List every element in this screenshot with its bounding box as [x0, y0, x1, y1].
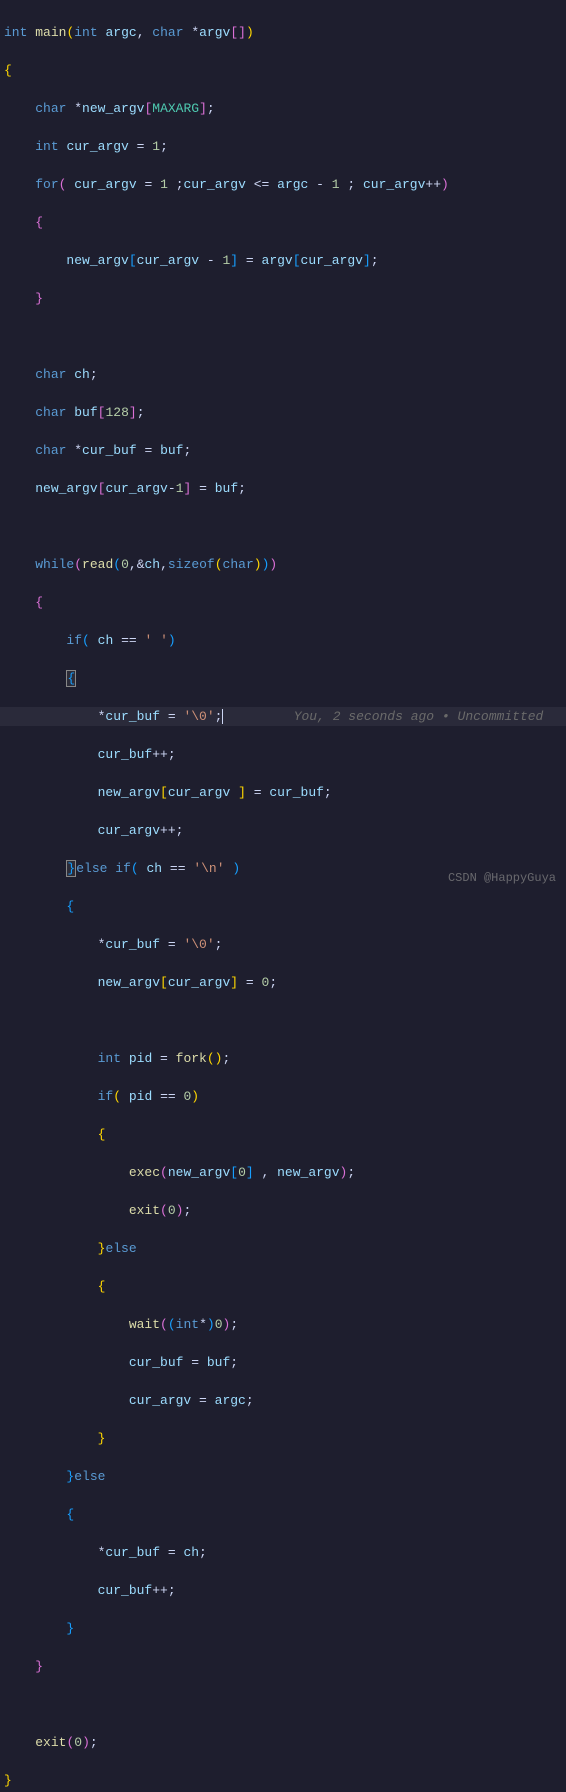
code-line: char *new_argv[MAXARG]; [0, 99, 566, 118]
code-line: for( cur_argv = 1 ;cur_argv <= argc - 1 … [0, 175, 566, 194]
code-line [0, 327, 566, 346]
code-line: exit(0); [0, 1733, 566, 1752]
code-line [0, 1011, 566, 1030]
code-line: wait((int*)0); [0, 1315, 566, 1334]
code-line: { [0, 897, 566, 916]
code-line: { [0, 213, 566, 232]
code-line: { [0, 1125, 566, 1144]
code-line: { [0, 61, 566, 80]
code-line: { [0, 1505, 566, 1524]
code-line: cur_buf = buf; [0, 1353, 566, 1372]
code-line: new_argv[cur_argv] = 0; [0, 973, 566, 992]
code-line: new_argv[cur_argv - 1] = argv[cur_argv]; [0, 251, 566, 270]
bracket-match-close: } [66, 860, 76, 877]
code-line: char *cur_buf = buf; [0, 441, 566, 460]
code-line: cur_buf++; [0, 1581, 566, 1600]
code-line: new_argv[cur_argv ] = cur_buf; [0, 783, 566, 802]
code-line: int pid = fork(); [0, 1049, 566, 1068]
code-line: } [0, 1429, 566, 1448]
code-line: *cur_buf = '\0'; [0, 935, 566, 954]
code-line: }else [0, 1467, 566, 1486]
code-line-active: *cur_buf = '\0'; You, 2 seconds ago • Un… [0, 707, 566, 726]
code-line [0, 1695, 566, 1714]
git-blame-annotation: You, 2 seconds ago • Uncommitted [294, 709, 544, 724]
code-line: exec(new_argv[0] , new_argv); [0, 1163, 566, 1182]
code-line: int cur_argv = 1; [0, 137, 566, 156]
code-line: cur_buf++; [0, 745, 566, 764]
code-line: } [0, 1619, 566, 1638]
code-line: { [0, 669, 566, 688]
code-line: } [0, 1657, 566, 1676]
code-line: new_argv[cur_argv-1] = buf; [0, 479, 566, 498]
code-editor[interactable]: int main(int argc, char *argv[]) { char … [0, 0, 566, 1792]
text-cursor [222, 709, 223, 724]
code-line [0, 517, 566, 536]
code-line: }else [0, 1239, 566, 1258]
watermark: CSDN @HappyGuya [448, 869, 556, 888]
code-line: cur_argv = argc; [0, 1391, 566, 1410]
code-line: if( ch == ' ') [0, 631, 566, 650]
code-line: } [0, 289, 566, 308]
code-line: while(read(0,&ch,sizeof(char))) [0, 555, 566, 574]
code-line: { [0, 593, 566, 612]
code-line: if( pid == 0) [0, 1087, 566, 1106]
code-line: } [0, 1771, 566, 1790]
code-line: exit(0); [0, 1201, 566, 1220]
code-line: char buf[128]; [0, 403, 566, 422]
code-line: char ch; [0, 365, 566, 384]
code-line: { [0, 1277, 566, 1296]
bracket-match-open: { [66, 670, 76, 687]
code-line: *cur_buf = ch; [0, 1543, 566, 1562]
code-line: cur_argv++; [0, 821, 566, 840]
code-line: int main(int argc, char *argv[]) [0, 23, 566, 42]
